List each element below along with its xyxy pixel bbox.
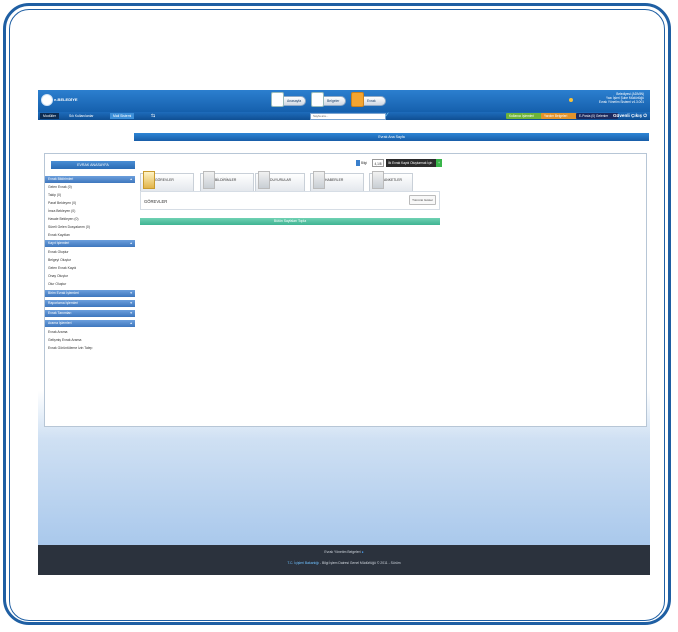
tab-label: GÖREVLER xyxy=(155,178,174,182)
app-window: e-BELEDİYE Anasayfa Belgeler Evrak Beled… xyxy=(38,90,650,575)
section-label: Kayıt İşlemleri xyxy=(48,241,70,245)
announcements-icon xyxy=(258,171,270,189)
card-title: GÖREVLER xyxy=(144,199,168,204)
content-panel: EVRAK ANASAYFA Evrak Bildirimleri ▴ Gele… xyxy=(44,153,647,427)
sidebar: EVRAK ANASAYFA Evrak Bildirimleri ▴ Gele… xyxy=(45,154,135,426)
nav-folder-label: Evrak xyxy=(367,99,376,103)
nav-home-button[interactable]: Anasayfa xyxy=(271,92,306,107)
expand-icon: ▾ xyxy=(130,291,132,295)
sidebar-item-gelen-evrak-kaydi[interactable]: Gelen Evrak Kaydı xyxy=(48,264,134,272)
section-label: Raporlama İşlemleri xyxy=(48,301,79,305)
search-arrow-icon[interactable]: ✓ xyxy=(384,112,390,120)
create-record-label: İlk Evrak Kaydı Oluşturmak İçin xyxy=(386,159,436,167)
sidebar-item-belge-olustur[interactable]: Belgeyi Oluştur xyxy=(48,256,134,264)
section-arama[interactable]: Arama İşlemleri ▴ xyxy=(45,320,135,327)
logo-text: e-BELEDİYE xyxy=(54,97,78,102)
add-icon[interactable]: + xyxy=(436,159,442,167)
logo-icon xyxy=(41,94,53,106)
tasks-icon xyxy=(143,171,155,189)
news-icon xyxy=(313,171,325,189)
sidebar-item-paraf[interactable]: Paraf Bekleyen (0) xyxy=(48,199,134,207)
section-kayit-islemleri[interactable]: Kayıt İşlemleri ▴ xyxy=(45,240,135,247)
footer: Evrak Yönetim Belgeleri ● T.C. İçişleri … xyxy=(38,545,650,575)
nav-home-label: Anasayfa xyxy=(287,99,302,103)
tab-label: BİLDİRİMLER xyxy=(215,178,237,182)
documents-icon xyxy=(311,92,324,107)
tab-duyurular[interactable]: DUYURULAR xyxy=(255,171,305,191)
logout-button[interactable]: Güvenli Çıkış ⏻ xyxy=(613,112,647,120)
show-all-button[interactable]: Tümünü Göster xyxy=(409,195,436,205)
footer-line1: Evrak Yönetim Belgeleri ● xyxy=(38,550,650,554)
evrak-home-button[interactable]: EVRAK ANASAYFA xyxy=(51,161,135,169)
tab-label: DUYURULAR xyxy=(270,178,292,182)
sidebar-item-evrak-olustur[interactable]: Evrak Oluştur xyxy=(48,248,134,256)
mail-menu[interactable]: Mail Sistemi xyxy=(110,113,135,119)
nav-folder-button[interactable]: Evrak xyxy=(351,92,386,107)
tab-haberler[interactable]: HABERLER xyxy=(310,171,364,191)
logout-label: Güvenli Çıkış xyxy=(612,113,643,118)
sidebar-item-gelismis-arama[interactable]: Gelişmiş Evrak Arama xyxy=(48,336,134,344)
collect-pages-button[interactable]: Bütün Sayfaları Topla xyxy=(140,218,440,225)
tasks-card: GÖREVLER Tümünü Göster xyxy=(140,191,440,210)
sidebar-item-evrak-arama[interactable]: Evrak Arama xyxy=(48,328,134,336)
collapse-icon: ▴ xyxy=(130,321,132,325)
section-raporlama[interactable]: Raporlama İşlemleri ▾ xyxy=(45,300,135,307)
section-birim-evrak[interactable]: Birim Evrak İşlemleri ▾ xyxy=(45,290,135,297)
sidebar-item-imza[interactable]: İmza Bekleyen (0) xyxy=(48,207,134,215)
main-area: Bilgi 4,1/8 İlk Evrak Kaydı Oluşturmak İ… xyxy=(140,154,645,426)
user-info: Belediyesi (ADMIN) Yazı İşleri Şube Müdü… xyxy=(599,92,644,105)
page-title: Evrak Ana Sayfa xyxy=(134,133,649,141)
module-bar: Modüller Sık Kullanılanlar Mail Sistemi … xyxy=(38,112,650,120)
user-icon xyxy=(569,98,573,102)
section-label: Arama İşlemleri xyxy=(48,321,72,325)
notifications-icon xyxy=(203,171,215,189)
page-search-input[interactable]: Sayfa ara... xyxy=(310,112,386,120)
help-label[interactable]: Bilgi xyxy=(361,159,367,167)
app-header: e-BELEDİYE Anasayfa Belgeler Evrak Beled… xyxy=(38,90,650,112)
collapse-icon: ▴ xyxy=(130,177,132,181)
footer-copyright: Bilgi İşlem Dairesi Genel Müdürlüğü © 20… xyxy=(322,561,388,565)
sidebar-item-olur-olustur[interactable]: Olur Oluştur xyxy=(48,280,134,288)
section-evrak-tanimlari[interactable]: Evrak Tanımları ▾ xyxy=(45,310,135,317)
section-label: Birim Evrak İşlemleri xyxy=(48,291,79,295)
section-label: Evrak Bildirimleri xyxy=(48,177,74,181)
power-icon: ⏻ xyxy=(643,113,647,118)
sidebar-item-havale[interactable]: Havale Bekleyen (0) xyxy=(48,215,134,223)
modules-menu[interactable]: Modüller xyxy=(40,113,60,119)
section-evrak-bildirimleri[interactable]: Evrak Bildirimleri ▴ xyxy=(45,176,135,183)
favorites-menu[interactable]: Sık Kullanılanlar xyxy=(66,113,97,119)
mail-arrow-icon[interactable]: ⇆ xyxy=(148,113,158,119)
sidebar-item-onay-olustur[interactable]: Onay Oluştur xyxy=(48,272,134,280)
tab-label: HABERLER xyxy=(325,178,344,182)
tab-anketler[interactable]: ANKETLER xyxy=(369,171,413,191)
expand-icon: ▾ xyxy=(130,311,132,315)
tab-bildirimler[interactable]: BİLDİRİMLER xyxy=(200,171,254,191)
help-docs-pill[interactable]: Yardım Belgeleri xyxy=(541,113,579,119)
tab-label: ANKETLER xyxy=(384,178,402,182)
footer-docs-link[interactable]: Evrak Yönetim Belgeleri xyxy=(324,550,360,554)
sidebar-item-kayitlar[interactable]: Evrak Kayıtları xyxy=(48,231,134,239)
sidebar-item-takip[interactable]: Takip (0) xyxy=(48,191,134,199)
nav-documents-button[interactable]: Belgeler xyxy=(311,92,346,107)
footer-dot-icon: ● xyxy=(361,550,364,554)
sidebar-item-gelen-evrak[interactable]: Gelen Evrak (0) xyxy=(48,183,134,191)
section-label: Evrak Tanımları xyxy=(48,311,72,315)
expand-icon: ▾ xyxy=(130,301,132,305)
footer-line2: T.C. İçişleri Bakanlığı - Bilgi İşlem Da… xyxy=(287,561,401,565)
nav-documents-label: Belgeler xyxy=(327,99,340,103)
count-box: 4,1/8 xyxy=(372,159,384,167)
tab-gorevler[interactable]: GÖREVLER xyxy=(140,171,194,191)
home-icon xyxy=(271,92,284,107)
user-info-line3: Evrak Yönetim Sistemi v4.3.001 xyxy=(598,100,644,105)
collapse-icon: ▴ xyxy=(130,241,132,245)
info-icon xyxy=(356,160,360,166)
sidebar-item-izin-talep[interactable]: Evrak Görüntüleme İzin Talep xyxy=(48,344,134,352)
user-operations-pill[interactable]: Kullanıcı İşlemleri xyxy=(506,113,544,119)
sidebar-item-sureli[interactable]: Süreli Gelen Dosyalarım (0) xyxy=(48,223,134,231)
folder-icon xyxy=(351,92,364,107)
polls-icon xyxy=(372,171,384,189)
footer-version: Sürüm xyxy=(390,561,401,565)
footer-org[interactable]: T.C. İçişleri Bakanlığı xyxy=(287,561,319,565)
mail-inbox-pill[interactable]: E-Posta (0) Gelenler xyxy=(576,113,618,119)
